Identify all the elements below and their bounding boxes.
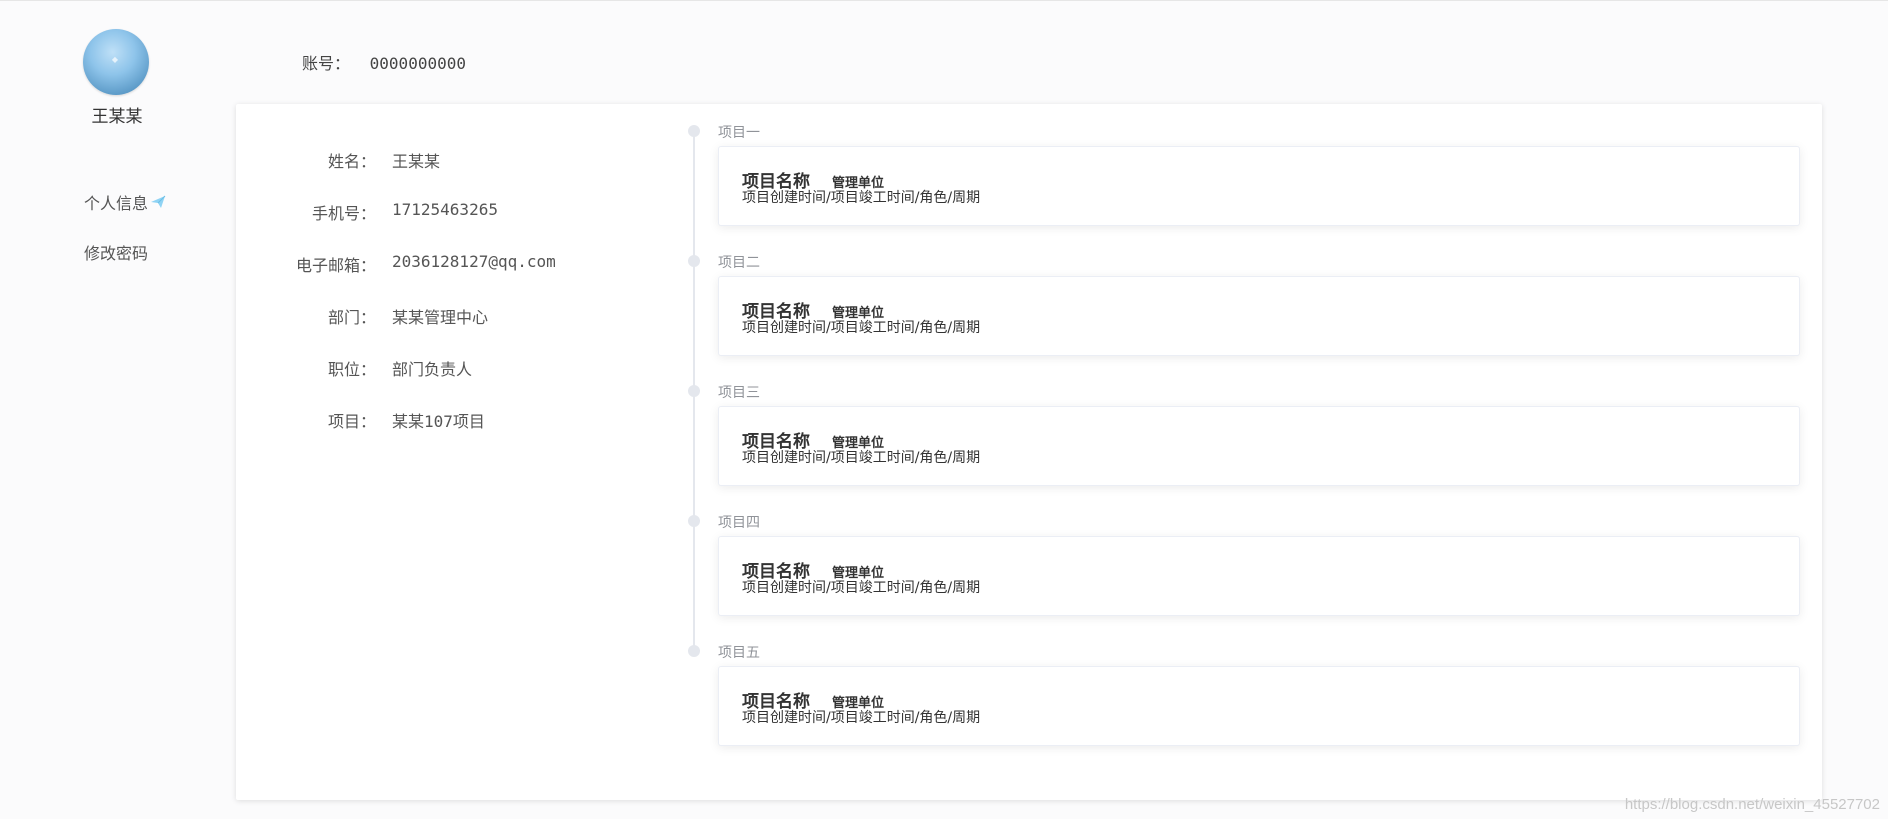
profile-value: 王某某 (392, 152, 441, 171)
profile-label: 电子邮箱： (295, 256, 376, 275)
timeline-title: 项目五 (718, 645, 760, 661)
profile-label: 姓名： (327, 152, 376, 171)
timeline-item: 项目三 项目名称 管理单位 项目创建时间/项目竣工时间/角色/周期 (688, 382, 1808, 508)
sidebar-item-change-password[interactable]: 修改密码 (84, 240, 148, 264)
sidebar-item-label: 修改密码 (84, 244, 149, 263)
timeline-dot-icon (688, 645, 700, 657)
profile-row-department: 部门： 某某管理中心 (236, 304, 696, 334)
project-meta: 项目创建时间/项目竣工时间/角色/周期 (742, 320, 981, 336)
profile-value: 17125463265 (392, 200, 498, 219)
paper-plane-icon (151, 195, 166, 208)
project-card[interactable]: 项目名称 管理单位 项目创建时间/项目竣工时间/角色/周期 (718, 666, 1800, 746)
timeline-title: 项目三 (718, 385, 760, 401)
project-card[interactable]: 项目名称 管理单位 项目创建时间/项目竣工时间/角色/周期 (718, 536, 1800, 616)
project-timeline: 项目一 项目名称 管理单位 项目创建时间/项目竣工时间/角色/周期 项目二 项目… (688, 122, 1808, 772)
timeline-item: 项目一 项目名称 管理单位 项目创建时间/项目竣工时间/角色/周期 (688, 122, 1808, 248)
profile-row-phone: 手机号： 17125463265 (236, 200, 696, 230)
profile-value: 2036128127@qq.com (392, 252, 556, 271)
sidebar-item-label: 个人信息 (84, 194, 149, 213)
timeline-dot-icon (688, 255, 700, 267)
profile-row-name: 姓名： 王某某 (236, 148, 696, 178)
profile-row-position: 职位： 部门负责人 (236, 356, 696, 386)
timeline-item: 项目五 项目名称 管理单位 项目创建时间/项目竣工时间/角色/周期 (688, 642, 1808, 768)
timeline-title: 项目一 (718, 125, 760, 141)
avatar[interactable]: ◆ (83, 29, 149, 95)
timeline-item: 项目二 项目名称 管理单位 项目创建时间/项目竣工时间/角色/周期 (688, 252, 1808, 378)
project-meta: 项目创建时间/项目竣工时间/角色/周期 (742, 710, 981, 726)
timeline-dot-icon (688, 125, 700, 137)
project-meta: 项目创建时间/项目竣工时间/角色/周期 (742, 190, 981, 206)
profile-label: 项目： (327, 412, 376, 431)
timeline-title: 项目四 (718, 515, 760, 531)
timeline-title: 项目二 (718, 255, 760, 271)
profile-row-project: 项目： 某某107项目 (236, 408, 696, 438)
project-meta: 项目创建时间/项目竣工时间/角色/周期 (742, 580, 981, 596)
account-value: 0000000000 (369, 54, 466, 73)
profile-value: 某某107项目 (392, 412, 485, 431)
sidebar: ◆ 王某某 个人信息 修改密码 (0, 0, 236, 819)
project-card[interactable]: 项目名称 管理单位 项目创建时间/项目竣工时间/角色/周期 (718, 406, 1800, 486)
profile-value: 某某管理中心 (392, 308, 489, 327)
account-label: 账号： (302, 54, 351, 73)
profile-label: 手机号： (311, 204, 376, 223)
project-meta: 项目创建时间/项目竣工时间/角色/周期 (742, 450, 981, 466)
sidebar-item-personal-info[interactable]: 个人信息 (84, 190, 166, 214)
account-line: 账号： 0000000000 (302, 50, 466, 74)
profile-label: 职位： (327, 360, 376, 379)
profile-row-email: 电子邮箱： 2036128127@qq.com (236, 252, 696, 282)
profile-label: 部门： (327, 308, 376, 327)
project-card[interactable]: 项目名称 管理单位 项目创建时间/项目竣工时间/角色/周期 (718, 146, 1800, 226)
avatar-image-icon: ◆ (111, 55, 119, 64)
profile-value: 部门负责人 (392, 360, 473, 379)
sidebar-username: 王某某 (91, 107, 143, 127)
profile-card: 姓名： 王某某 手机号： 17125463265 电子邮箱： 203612812… (236, 104, 1822, 800)
timeline-dot-icon (688, 385, 700, 397)
timeline-item: 项目四 项目名称 管理单位 项目创建时间/项目竣工时间/角色/周期 (688, 512, 1808, 638)
top-divider (0, 0, 1888, 1)
project-card[interactable]: 项目名称 管理单位 项目创建时间/项目竣工时间/角色/周期 (718, 276, 1800, 356)
timeline-dot-icon (688, 515, 700, 527)
watermark: https://blog.csdn.net/weixin_45527702 (1624, 796, 1880, 813)
